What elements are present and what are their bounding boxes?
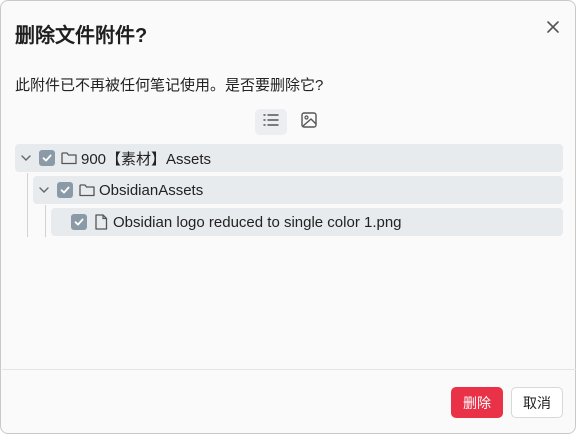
dialog-message: 此附件已不再被任何笔记使用。是否要删除它?: [15, 77, 324, 94]
checkbox-checked[interactable]: [71, 214, 87, 230]
tree-row-file[interactable]: Obsidian logo reduced to single color 1.…: [51, 208, 563, 236]
cancel-button[interactable]: 取消: [511, 387, 563, 418]
checkbox-checked[interactable]: [39, 150, 55, 166]
folder-icon: [59, 148, 79, 168]
checkbox-checked[interactable]: [57, 182, 73, 198]
tree-guide-line: [45, 205, 46, 237]
tree-row-folder[interactable]: ObsidianAssets: [33, 176, 563, 204]
close-icon[interactable]: [543, 17, 563, 37]
view-toggle: [255, 109, 325, 135]
tree-item-label: 900【素材】Assets: [81, 150, 212, 168]
tree-item-label: Obsidian logo reduced to single color 1.…: [113, 213, 402, 231]
tree-guide-line: [27, 173, 28, 237]
list-icon: [262, 111, 280, 134]
delete-attachment-dialog: 删除文件附件? 此附件已不再被任何笔记使用。是否要删除它? 900【素材】Ass…: [0, 0, 576, 434]
folder-icon: [77, 180, 97, 200]
image-view-button[interactable]: [293, 109, 325, 135]
tree-item-label: ObsidianAssets: [99, 181, 204, 199]
image-icon: [300, 111, 318, 134]
list-view-button[interactable]: [255, 109, 287, 135]
tree-row-folder[interactable]: 900【素材】Assets: [15, 144, 563, 172]
chevron-down-icon[interactable]: [33, 179, 55, 201]
dialog-title: 删除文件附件?: [15, 25, 148, 47]
footer-divider: [2, 369, 576, 370]
chevron-down-icon[interactable]: [15, 147, 37, 169]
delete-button[interactable]: 删除: [451, 387, 503, 418]
file-icon: [91, 212, 111, 232]
